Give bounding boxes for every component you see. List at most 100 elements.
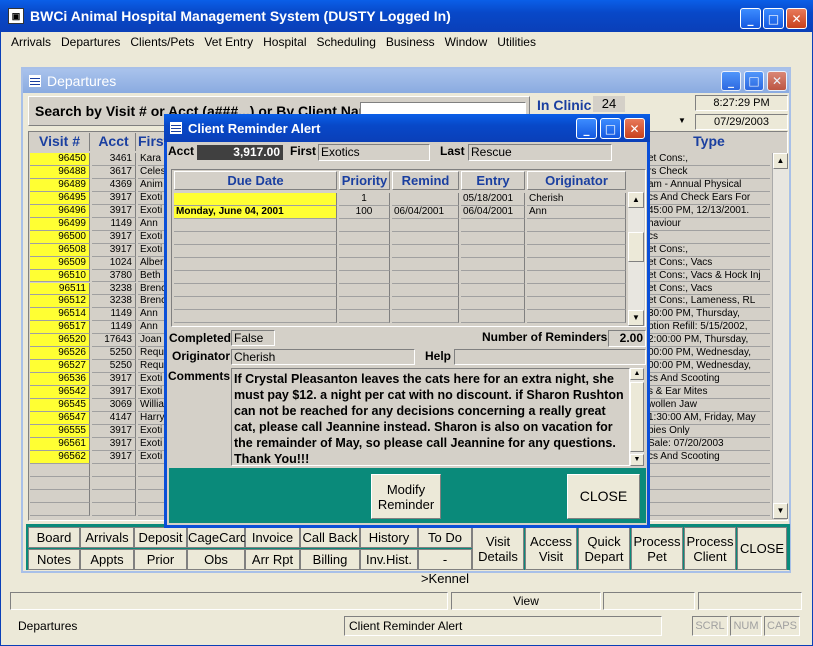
reminder-scroll-thumb[interactable] <box>628 232 644 262</box>
priority-cell <box>339 219 390 232</box>
visit-cell[interactable]: 96509 <box>30 256 90 270</box>
acct-cell: 3917 <box>92 386 136 400</box>
date-dropdown-icon[interactable]: ▼ <box>675 114 689 128</box>
reminder-scrollbar[interactable]: ▲ ▼ <box>628 192 644 326</box>
menu-business[interactable]: Business <box>381 33 440 51</box>
scroll-down-icon[interactable]: ▼ <box>773 503 788 519</box>
btn-accessvisit[interactable]: Access Visit <box>525 527 577 570</box>
visit-cell[interactable]: 96526 <box>30 347 90 361</box>
btn-kennel-2[interactable]: ->Kennel <box>418 549 472 586</box>
comments-scroll-down-icon[interactable]: ▼ <box>630 454 644 466</box>
originator-cell <box>527 284 626 297</box>
reminder-scroll-up-icon[interactable]: ▲ <box>628 192 644 208</box>
visit-cell[interactable]: 96495 <box>30 191 90 205</box>
btn-quickdepart[interactable]: Quick Depart <box>578 527 630 570</box>
entry-cell: 06/04/2001 <box>461 206 525 219</box>
btn-close[interactable]: CLOSE <box>737 527 787 570</box>
menu-departures[interactable]: Departures <box>56 33 125 51</box>
visit-cell[interactable]: 96512 <box>30 295 90 309</box>
visit-cell[interactable]: 96489 <box>30 178 90 192</box>
departures-maximize-icon[interactable]: □ <box>744 71 764 91</box>
btn-invoice[interactable]: Invoice <box>245 527 300 548</box>
btn-invhist-2[interactable]: Inv.Hist. <box>360 549 418 570</box>
visit-cell[interactable]: 96450 <box>30 153 90 166</box>
visit-cell[interactable] <box>30 463 90 477</box>
visit-cell[interactable]: 96536 <box>30 373 90 387</box>
btn-arrivals[interactable]: Arrivals <box>80 527 134 548</box>
btn-visitdetails[interactable]: Visit Details <box>472 527 524 570</box>
menu-hospital[interactable]: Hospital <box>258 33 311 51</box>
menu-clientspets[interactable]: Clients/Pets <box>125 33 199 51</box>
comments-text[interactable]: If Crystal Pleasanton leaves the cats he… <box>231 368 630 466</box>
comments-scroll-thumb[interactable] <box>630 382 644 452</box>
btn-cagecard[interactable]: CageCard <box>187 527 247 548</box>
visit-cell[interactable]: 96542 <box>30 386 90 400</box>
col-header-type: Type <box>693 133 725 149</box>
comments-scroll-up-icon[interactable]: ▲ <box>630 368 644 380</box>
status-num: NUM <box>730 616 762 636</box>
menu-utilities[interactable]: Utilities <box>492 33 541 51</box>
departures-close-icon[interactable]: ✕ <box>767 71 787 91</box>
menu-arrivals[interactable]: Arrivals <box>6 33 56 51</box>
help-field[interactable] <box>454 349 646 365</box>
menu-vetentry[interactable]: Vet Entry <box>199 33 258 51</box>
visit-cell[interactable]: 96547 <box>30 412 90 425</box>
visit-cell[interactable]: 96499 <box>30 217 90 231</box>
visit-cell[interactable]: 96496 <box>30 204 90 218</box>
visit-cell[interactable]: 96508 <box>30 243 90 257</box>
btn-callback[interactable]: Call Back <box>300 527 360 548</box>
due-date-cell <box>174 271 337 284</box>
dialog-close-icon[interactable]: ✕ <box>624 118 645 139</box>
visit-cell[interactable]: 96561 <box>30 437 90 451</box>
btn-history[interactable]: History <box>360 527 418 548</box>
visit-cell[interactable] <box>30 489 90 503</box>
priority-cell <box>339 258 390 271</box>
col-header-acct: Acct <box>92 133 136 151</box>
btn-appts-2[interactable]: Appts <box>80 549 134 570</box>
dialog-maximize-icon[interactable]: □ <box>600 118 621 139</box>
visit-cell[interactable]: 96510 <box>30 269 90 283</box>
btn-todo[interactable]: To Do <box>418 527 472 548</box>
visit-cell[interactable] <box>30 476 90 490</box>
visit-cell[interactable]: 96488 <box>30 165 90 179</box>
departures-titlebar: Departures <box>23 69 789 93</box>
dialog-close-button[interactable]: CLOSE <box>567 474 640 519</box>
acct-cell: 1149 <box>92 308 136 322</box>
visit-cell[interactable] <box>30 502 90 516</box>
departures-scrollbar[interactable]: ▲ ▼ <box>772 153 788 519</box>
menu-scheduling[interactable]: Scheduling <box>311 33 380 51</box>
visit-cell[interactable]: 96527 <box>30 360 90 374</box>
comments-scrollbar[interactable]: ▲ ▼ <box>630 368 644 466</box>
visit-cell[interactable]: 96562 <box>30 450 90 464</box>
minimize-icon[interactable]: _ <box>740 8 761 29</box>
btn-processpet[interactable]: Process Pet <box>631 527 683 570</box>
btn-arrrpt-2[interactable]: Arr Rpt <box>245 549 300 570</box>
dialog-minimize-icon[interactable]: _ <box>576 118 597 139</box>
visit-cell[interactable]: 96545 <box>30 399 90 412</box>
scroll-up-icon[interactable]: ▲ <box>773 153 788 169</box>
visit-cell[interactable]: 96514 <box>30 308 90 322</box>
btn-deposit[interactable]: Deposit <box>134 527 187 548</box>
visit-cell[interactable]: 96517 <box>30 321 90 335</box>
close-icon[interactable]: ✕ <box>786 8 807 29</box>
visit-cell[interactable]: 96511 <box>30 282 90 296</box>
due-date-cell <box>174 310 337 323</box>
btn-billing-2[interactable]: Billing <box>300 549 360 570</box>
modify-reminder-button[interactable]: Modify Reminder <box>371 474 441 519</box>
visit-cell[interactable]: 96555 <box>30 424 90 438</box>
visit-cell[interactable]: 96520 <box>30 334 90 348</box>
btn-obs-2[interactable]: Obs <box>187 549 245 570</box>
type-cell: ption Refill: 5/15/2002, <box>648 321 770 335</box>
first-value: Exotics <box>318 144 430 161</box>
date-display: 07/29/2003 <box>695 114 788 130</box>
menu-window[interactable]: Window <box>440 33 493 51</box>
departures-minimize-icon[interactable]: _ <box>721 71 741 91</box>
visit-cell[interactable]: 96500 <box>30 230 90 244</box>
btn-prior-2[interactable]: Prior <box>134 549 187 570</box>
btn-notes-2[interactable]: Notes <box>28 549 80 570</box>
maximize-icon[interactable]: □ <box>763 8 784 29</box>
reminder-scroll-down-icon[interactable]: ▼ <box>628 310 644 326</box>
btn-board[interactable]: Board <box>28 527 80 548</box>
reminder-col-duedate: Due Date <box>174 171 337 190</box>
btn-processclient[interactable]: Process Client <box>684 527 736 570</box>
